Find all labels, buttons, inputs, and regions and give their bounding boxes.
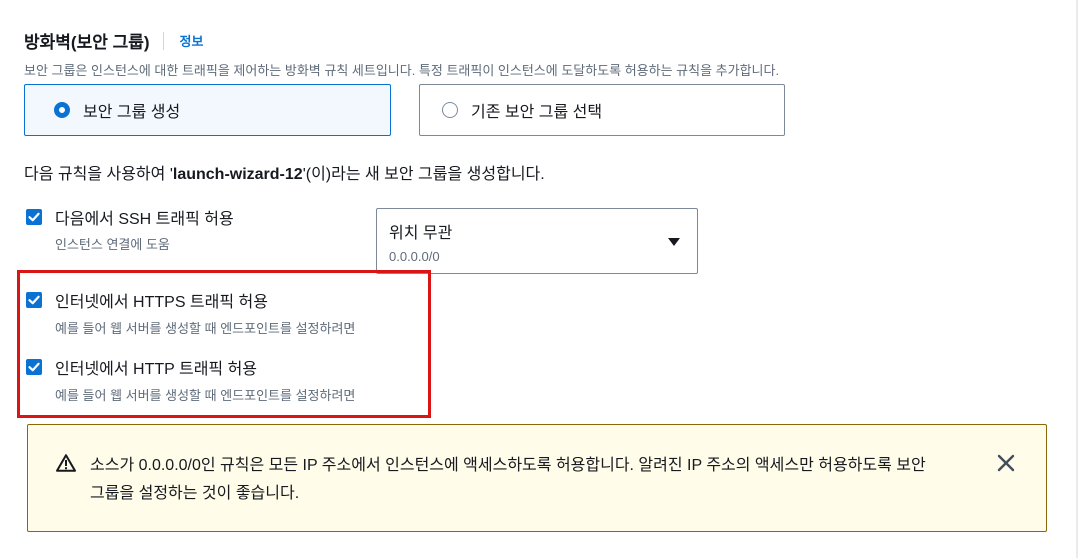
create-text-prefix: 다음 규칙을 사용하여 '	[24, 166, 173, 183]
highlight-box	[17, 270, 431, 418]
divider	[162, 31, 164, 50]
caret-down-icon	[668, 238, 680, 246]
radio-create-label: 보안 그룹 생성	[83, 104, 181, 121]
ssh-source-value: 위치 무관	[389, 225, 453, 242]
close-icon[interactable]	[997, 454, 1015, 472]
panel-edge	[1076, 0, 1078, 558]
section-header: 방화벽(보안 그룹) 정보	[24, 28, 203, 53]
info-link[interactable]: 정보	[180, 31, 204, 50]
ssh-source-cidr: 0.0.0.0/0	[389, 249, 440, 264]
ssh-checkbox[interactable]	[26, 209, 42, 225]
checkmark-icon	[28, 212, 40, 222]
warning-alert: 소스가 0.0.0.0/0인 규칙은 모든 IP 주소에서 인스턴스에 액세스하…	[27, 424, 1047, 532]
warning-icon	[56, 454, 76, 472]
section-title: 방화벽(보안 그룹)	[24, 33, 150, 52]
radio-create-security-group[interactable]: 보안 그룹 생성	[24, 84, 391, 136]
radio-existing-label: 기존 보안 그룹 선택	[471, 104, 603, 121]
radio-unselected-icon	[442, 102, 458, 118]
group-name: launch-wizard-12	[172, 166, 303, 183]
radio-selected-icon	[54, 102, 70, 118]
radio-select-existing-group[interactable]: 기존 보안 그룹 선택	[419, 84, 785, 136]
warning-text: 소스가 0.0.0.0/0인 규칙은 모든 IP 주소에서 인스턴스에 액세스하…	[90, 457, 926, 502]
ssh-source-select[interactable]: 위치 무관 0.0.0.0/0	[376, 208, 698, 274]
create-text-suffix: '(이)라는 새 보안 그룹을 생성합니다.	[302, 166, 545, 183]
section-description: 보안 그룹은 인스턴스에 대한 트래픽을 제어하는 방화벽 규칙 세트입니다. …	[24, 63, 780, 78]
create-group-text: 다음 규칙을 사용하여 'launch-wizard-12'(이)라는 새 보안…	[24, 160, 545, 184]
ssh-label: 다음에서 SSH 트래픽 허용	[55, 211, 234, 228]
ssh-sublabel: 인스턴스 연결에 도움	[55, 237, 170, 252]
